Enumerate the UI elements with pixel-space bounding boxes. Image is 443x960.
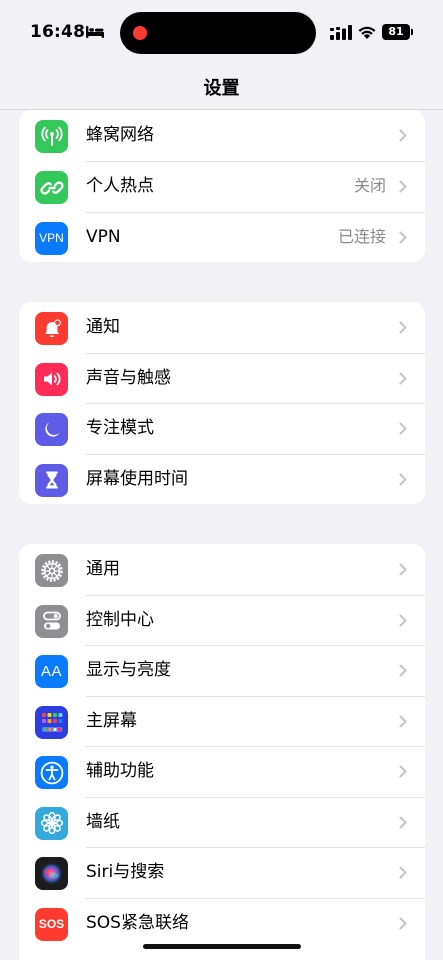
chevron-right-icon bbox=[399, 563, 407, 576]
chevron-right-icon bbox=[399, 866, 407, 879]
chevron-right-icon bbox=[399, 765, 407, 778]
settings-group-network: 蜂窝网络 个人热点 关闭 VPN VPN 已连接 bbox=[19, 110, 425, 262]
bed-icon bbox=[86, 26, 104, 38]
navigation-bar: 设置 bbox=[0, 66, 443, 110]
chevron-right-icon bbox=[399, 917, 407, 929]
settings-row-label: 声音与触感 bbox=[86, 367, 171, 388]
settings-row-label: Siri与搜索 bbox=[86, 862, 165, 882]
settings-row-emergency-sos[interactable]: SOS SOS紧急联络 bbox=[19, 897, 425, 949]
home-screen-grid-icon bbox=[35, 705, 68, 739]
notification-bell-icon bbox=[35, 312, 68, 345]
toggles-icon bbox=[35, 604, 68, 638]
chevron-right-icon bbox=[399, 180, 407, 193]
settings-screen: 16:48 81 设置 蜂窝网络 个人热点 关闭 VPN VPN 已连接 通知 … bbox=[0, 0, 443, 960]
text-size-icon: AA bbox=[35, 655, 68, 688]
recording-indicator-icon bbox=[133, 26, 147, 40]
settings-row-label: 主屏幕 bbox=[86, 710, 137, 731]
settings-row-display[interactable]: AA 显示与亮度 bbox=[19, 645, 425, 696]
settings-row-cellular[interactable]: 蜂窝网络 bbox=[19, 110, 425, 161]
settings-row-label: 辅助功能 bbox=[86, 761, 154, 781]
status-time: 16:48 bbox=[30, 22, 86, 42]
wifi-icon bbox=[358, 26, 376, 39]
settings-row-home-screen[interactable]: 主屏幕 bbox=[19, 695, 425, 747]
moon-icon bbox=[35, 413, 68, 446]
settings-row-value: 已连接 bbox=[337, 226, 386, 246]
home-indicator[interactable] bbox=[143, 944, 301, 949]
battery-level: 81 bbox=[388, 25, 404, 38]
page-title: 设置 bbox=[203, 78, 240, 99]
speaker-icon bbox=[35, 362, 68, 396]
sos-icon: SOS bbox=[35, 907, 68, 941]
settings-row-general[interactable]: 通用 bbox=[19, 544, 425, 595]
siri-icon bbox=[35, 857, 68, 890]
chevron-right-icon bbox=[399, 129, 407, 142]
settings-row-wallpaper[interactable]: 墙纸 bbox=[19, 796, 425, 848]
vpn-icon: VPN bbox=[35, 221, 68, 255]
chevron-right-icon bbox=[399, 715, 407, 727]
settings-row-sounds[interactable]: 声音与触感 bbox=[19, 352, 425, 404]
chevron-right-icon bbox=[399, 664, 407, 677]
settings-row-label: 专注模式 bbox=[86, 418, 154, 438]
settings-row-label: 通知 bbox=[86, 317, 120, 337]
dynamic-island[interactable] bbox=[120, 12, 316, 54]
settings-row-notifications[interactable]: 通知 bbox=[19, 302, 425, 353]
chevron-right-icon bbox=[399, 231, 407, 243]
chevron-right-icon bbox=[399, 422, 407, 435]
settings-row-control-center[interactable]: 控制中心 bbox=[19, 594, 425, 646]
hotspot-link-icon bbox=[35, 171, 68, 204]
flower-icon bbox=[35, 806, 68, 840]
settings-row-label: 个人热点 bbox=[86, 176, 154, 196]
settings-row-label: 屏幕使用时间 bbox=[86, 468, 188, 489]
status-bar: 16:48 81 bbox=[0, 0, 443, 66]
gear-icon bbox=[35, 554, 68, 587]
signal-icon bbox=[330, 25, 352, 40]
chevron-right-icon bbox=[399, 614, 407, 626]
settings-group-general: 通用 控制中心 AA 显示与亮度 主屏幕 辅助功能 墙纸 Siri与搜索 SOS… bbox=[19, 544, 425, 960]
battery-icon: 81 bbox=[382, 24, 410, 40]
chevron-right-icon bbox=[399, 321, 407, 334]
settings-row-label: 通用 bbox=[86, 559, 120, 579]
chevron-right-icon bbox=[399, 473, 407, 485]
settings-group-notifications: 通知 声音与触感 专注模式 屏幕使用时间 bbox=[19, 302, 425, 504]
settings-row-label: VPN bbox=[86, 226, 121, 247]
settings-row-label: 控制中心 bbox=[86, 609, 154, 630]
settings-row-vpn[interactable]: VPN VPN 已连接 bbox=[19, 211, 425, 263]
settings-row-label: 显示与亮度 bbox=[86, 660, 171, 680]
settings-row-label: 墙纸 bbox=[86, 811, 120, 832]
settings-row-focus[interactable]: 专注模式 bbox=[19, 403, 425, 454]
settings-row-siri[interactable]: Siri与搜索 bbox=[19, 847, 425, 898]
settings-row-screen-time[interactable]: 屏幕使用时间 bbox=[19, 453, 425, 505]
hourglass-icon bbox=[35, 463, 68, 497]
antenna-icon bbox=[35, 120, 68, 153]
chevron-right-icon bbox=[399, 372, 407, 384]
settings-row-label: 蜂窝网络 bbox=[86, 125, 154, 145]
settings-row-label: SOS紧急联络 bbox=[86, 912, 189, 933]
battery-cap bbox=[411, 29, 413, 35]
settings-row-value: 关闭 bbox=[353, 176, 386, 195]
settings-row-hotspot[interactable]: 个人热点 关闭 bbox=[19, 161, 425, 212]
chevron-right-icon bbox=[399, 816, 407, 828]
accessibility-icon bbox=[35, 756, 68, 789]
settings-row-accessibility[interactable]: 辅助功能 bbox=[19, 746, 425, 797]
